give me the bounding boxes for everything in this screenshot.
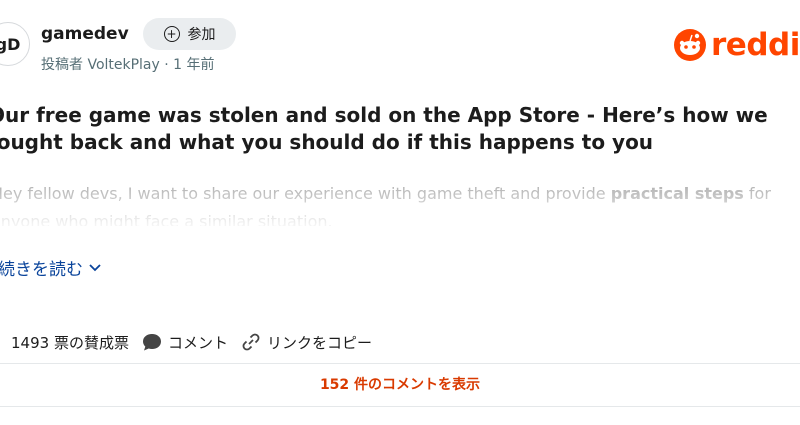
plus-icon: + — [163, 26, 180, 42]
link-icon — [242, 333, 260, 351]
copy-link-label: リンクをコピー — [266, 333, 372, 352]
comments-label: コメント — [167, 333, 228, 352]
divider — [0, 363, 800, 364]
join-button-label: 参加 — [187, 27, 216, 43]
copy-link-button[interactable]: リンクをコピー — [241, 332, 372, 353]
comment-bubble-icon — [142, 334, 161, 351]
post-actions: 1493 票の賛成票 コメント リンクをコピー — [0, 330, 372, 354]
view-comments-link[interactable]: 152 件のコメントを表示 — [0, 374, 800, 394]
comments-button[interactable]: コメント — [142, 332, 228, 353]
vote-count-label: 1493 票の賛成票 — [11, 333, 129, 352]
reddit-logo[interactable]: reddit — [673, 28, 800, 62]
body-text-bold: practical steps — [610, 184, 744, 203]
read-more-label: 続きを読む — [0, 260, 83, 280]
reddit-wordmark: reddit — [711, 26, 800, 63]
reddit-snoo-icon — [674, 29, 706, 61]
post-body-preview: Hey fellow devs, I want to share our exp… — [0, 180, 796, 226]
upvote-icon — [0, 335, 7, 349]
post-title[interactable]: Our free game was stolen and sold on the… — [0, 102, 778, 156]
join-button[interactable]: + 参加 — [143, 18, 236, 50]
body-text-part: Hey fellow devs, I want to share our exp… — [0, 184, 611, 203]
read-more-button[interactable]: 続きを読む — [0, 255, 101, 280]
chevron-down-icon — [89, 263, 101, 271]
divider — [0, 406, 800, 407]
post-meta: 投稿者 VoltekPlay · 1 年前 — [41, 57, 215, 73]
vote-count[interactable]: 1493 票の賛成票 — [0, 332, 129, 353]
subreddit-avatar[interactable]: gD — [0, 22, 30, 66]
subreddit-name[interactable]: gamedev — [41, 24, 129, 44]
